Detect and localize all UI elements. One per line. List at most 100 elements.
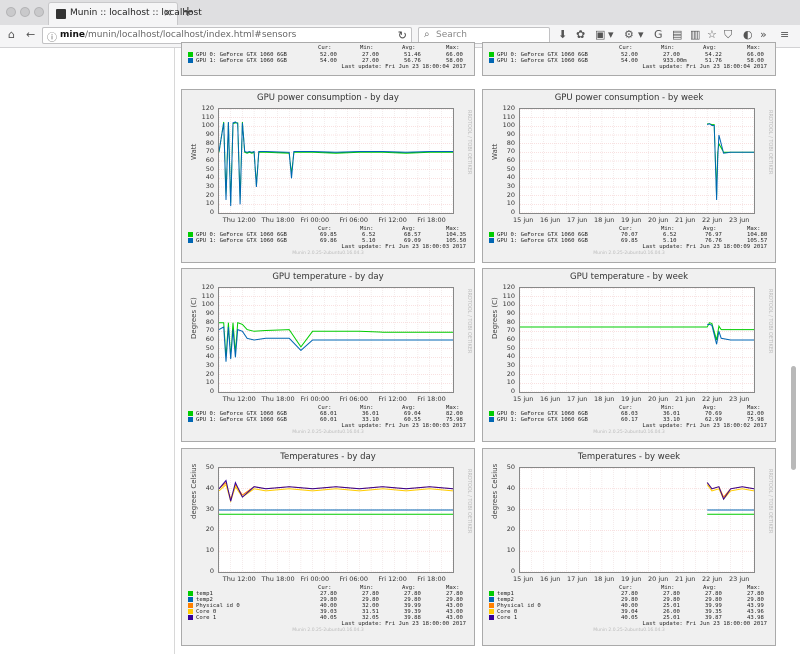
graph-power-day[interactable]: GPU power consumption - by day Watt RRDTOO…: [181, 89, 475, 263]
image-icon[interactable]: ▣: [595, 28, 605, 41]
x-tick-label: Fri 06:00: [339, 575, 368, 583]
legend-header: Avg:: [703, 45, 716, 51]
legend-header: Cur:: [619, 45, 632, 51]
x-tick-label: Fri 18:00: [417, 216, 446, 224]
plot-area: [519, 287, 755, 393]
y-tick-label: 10: [506, 378, 515, 387]
x-tick-label: Fri 00:00: [300, 575, 330, 583]
y-tick-label: 40: [506, 483, 515, 492]
close-window-button[interactable]: [6, 7, 16, 17]
info-icon[interactable]: ⓘ: [47, 29, 57, 44]
y-tick-label: 50: [205, 463, 214, 471]
y-tick-label: 60: [205, 156, 214, 164]
search-placeholder: Search: [436, 30, 467, 40]
x-tick-label: Fri 12:00: [378, 575, 407, 583]
y-tick-label: 90: [205, 309, 214, 317]
y-tick-label: 90: [506, 130, 515, 138]
munin-footer: Munin 2.0.25-2ubuntu0.16.04.3: [292, 430, 364, 435]
x-tick-label: 18 jun: [594, 395, 615, 403]
legend-swatch: [489, 238, 494, 243]
legend-swatch: [188, 232, 193, 237]
plot-svg: [520, 288, 754, 392]
y-tick-label: 60: [506, 156, 515, 164]
graph-temp-day[interactable]: GPU temperature - by day Degrees (C) RRDTO…: [181, 268, 475, 442]
dropdown-icon[interactable]: ▾: [608, 28, 614, 41]
last-update: Last update: Fri Jun 23 18:00:03 2017: [341, 244, 466, 250]
overflow-icon[interactable]: »: [760, 28, 767, 41]
new-tab-button[interactable]: +: [182, 4, 194, 20]
dropdown-icon-2[interactable]: ▾: [638, 28, 644, 41]
graph-cpu-temp-day[interactable]: Temperatures - by day degrees Celsius RRDT…: [181, 448, 475, 646]
zoom-window-button[interactable]: [34, 7, 44, 17]
y-tick-label: 10: [205, 546, 214, 555]
y-tick-label: 80: [506, 317, 515, 326]
legend-swatch: [489, 591, 494, 596]
x-tick-label: Thu 18:00: [261, 216, 295, 224]
legend-label: GPU 1: GeForce GTX 1060 6GB: [196, 417, 287, 423]
series-line-gpu-0-geforce-gtx-1060-6gb: [219, 121, 453, 203]
reading-list-icon[interactable]: ▥: [690, 28, 700, 41]
pocket-icon[interactable]: ⛉: [724, 28, 732, 42]
legend-label: GPU 1: GeForce GTX 1060 6GB: [196, 238, 287, 244]
y-tick-label: 20: [506, 525, 515, 534]
legend-swatch: [489, 52, 494, 57]
home-icon[interactable]: ⌂: [8, 28, 15, 41]
y-tick-label: 40: [205, 483, 214, 492]
download-icon[interactable]: ⬇: [558, 28, 567, 41]
gear-icon[interactable]: ⚙: [624, 28, 634, 41]
graph-title: GPU temperature - by week: [570, 272, 688, 282]
legend-header: Cur:: [318, 45, 331, 51]
extension-icon[interactable]: ✿: [576, 28, 585, 41]
y-tick-label: 50: [205, 343, 214, 352]
x-tick-label: Thu 18:00: [261, 575, 295, 583]
y-tick-label: 20: [205, 525, 214, 534]
back-icon[interactable]: ←: [26, 28, 35, 41]
last-update: Last update: Fri Jun 23 18:00:04 2017: [341, 64, 466, 70]
last-update: Last update: Fri Jun 23 18:00:02 2017: [642, 423, 767, 429]
x-tick-label: 20 jun: [648, 216, 669, 224]
y-tick-label: 100: [201, 121, 214, 130]
graph-title: GPU temperature - by day: [272, 272, 384, 282]
x-tick-label: 22 jun: [702, 575, 723, 583]
tab-close-icon[interactable]: ×: [163, 6, 172, 19]
y-tick-label: 10: [506, 546, 515, 555]
sidebar-icon[interactable]: ▤: [672, 28, 682, 41]
y-tick-label: 100: [502, 121, 515, 130]
munin-footer: Munin 2.0.25-2ubuntu0.16.04.3: [593, 628, 665, 633]
x-tick-label: 19 jun: [621, 395, 642, 403]
page-content: Cur: Min: Avg: Max: GPU 0: GeForce GTX 1…: [0, 42, 800, 654]
legend-swatch: [489, 603, 494, 608]
y-tick-label: 0: [209, 567, 214, 575]
y-tick-label: 110: [201, 112, 214, 121]
addon-icon[interactable]: ◐: [743, 28, 753, 41]
x-tick-label: Fri 18:00: [417, 395, 446, 403]
legend-swatch: [188, 52, 193, 57]
y-tick-label: 40: [205, 173, 214, 182]
legend-swatch: [188, 411, 193, 416]
legend-header: Min:: [661, 45, 674, 51]
munin-footer: Munin 2.0.25-2ubuntu0.16.04.3: [593, 251, 665, 256]
minimize-window-button[interactable]: [20, 7, 30, 17]
page-scrollbar[interactable]: [791, 366, 796, 470]
y-tick-label: 110: [201, 291, 214, 300]
url-text[interactable]: mine/munin/localhost/localhost/index.htm…: [60, 30, 296, 40]
translate-icon[interactable]: G: [654, 28, 663, 41]
y-tick-label: 60: [506, 335, 515, 343]
x-tick-label: 23 jun: [729, 216, 750, 224]
hdr-avg: Avg:: [402, 45, 416, 51]
graph-cpu-temp-week[interactable]: Temperatures - by week degrees Celsius RRD…: [482, 448, 776, 646]
munin-favicon-icon: [56, 9, 66, 19]
y-tick-label: 50: [506, 343, 515, 352]
plot-svg: [219, 109, 453, 213]
graph-power-week[interactable]: GPU power consumption - by week Watt RRDTO…: [482, 89, 776, 263]
x-tick-label: Thu 18:00: [261, 395, 295, 403]
browser-tab-active[interactable]: Munin :: localhost :: localhost ×: [48, 2, 202, 25]
menu-icon[interactable]: ≡: [780, 28, 789, 41]
bookmark-star-icon[interactable]: ☆: [707, 28, 717, 41]
reload-icon[interactable]: ↻: [398, 29, 407, 42]
x-tick-label: Fri 00:00: [300, 395, 330, 403]
legend-label: Core 1: [196, 615, 217, 621]
graph-temp-week[interactable]: GPU temperature - by week Degrees (C) RRDT…: [482, 268, 776, 442]
hdr-min: Min:: [661, 45, 675, 51]
hdr-avg: Avg:: [703, 45, 717, 51]
